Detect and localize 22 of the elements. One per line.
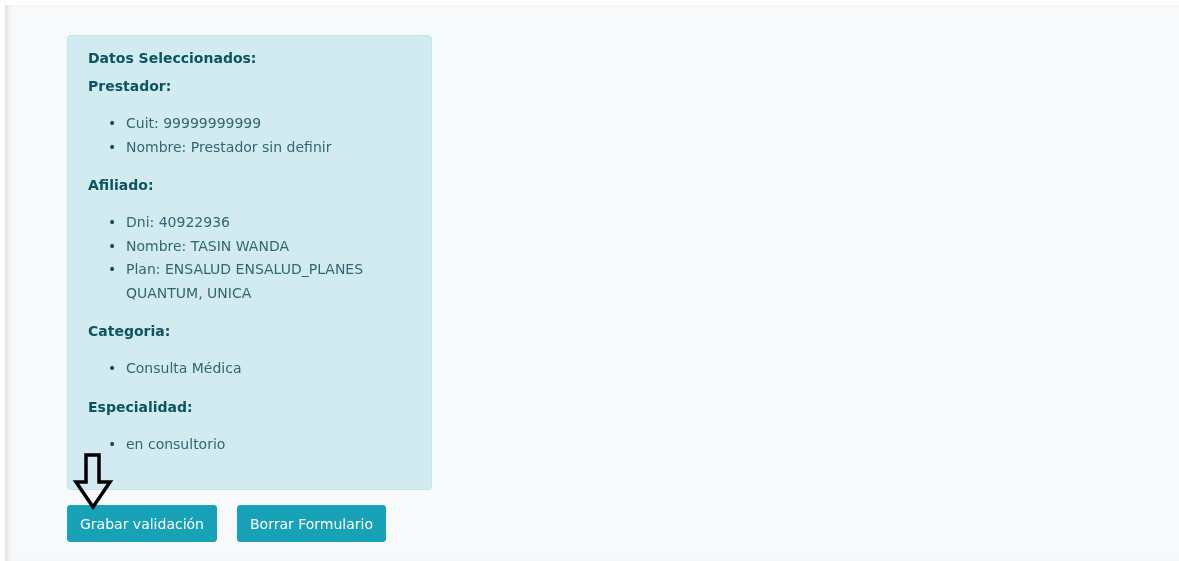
section-heading: Especialidad: bbox=[88, 397, 194, 417]
list-bullet: • bbox=[108, 137, 118, 157]
detail-item: en consultorio bbox=[126, 434, 227, 454]
list-bullet: • bbox=[108, 114, 118, 133]
clear-button[interactable]: Borrar Formulario bbox=[237, 505, 387, 542]
detail-item: Nombre: Prestador sin definir bbox=[126, 137, 333, 157]
list-bullet: • bbox=[108, 434, 118, 454]
detail-item: Plan: ENSALUD ENSALUD_PLANES QUANTUM, UNICA bbox=[126, 260, 365, 303]
section-heading: Afiliado: bbox=[88, 176, 155, 195]
card-title: Datos Seleccionados: bbox=[88, 49, 258, 68]
list-bullet: • bbox=[108, 359, 118, 378]
detail-item: Dni: 40922936 bbox=[126, 213, 231, 232]
detail-item: Cuit: 99999999999 bbox=[126, 114, 263, 133]
save-button[interactable]: Grabar validación bbox=[67, 505, 217, 542]
list-bullet: • bbox=[108, 236, 118, 256]
section-heading: Categoria: bbox=[88, 322, 172, 341]
detail-item: Consulta Médica bbox=[126, 359, 243, 378]
list-bullet: • bbox=[108, 213, 118, 232]
down-arrow-icon bbox=[72, 452, 114, 510]
detail-item: Nombre: TASIN WANDA bbox=[126, 236, 290, 256]
list-bullet: • bbox=[108, 260, 118, 279]
section-heading: Prestador: bbox=[88, 77, 173, 96]
